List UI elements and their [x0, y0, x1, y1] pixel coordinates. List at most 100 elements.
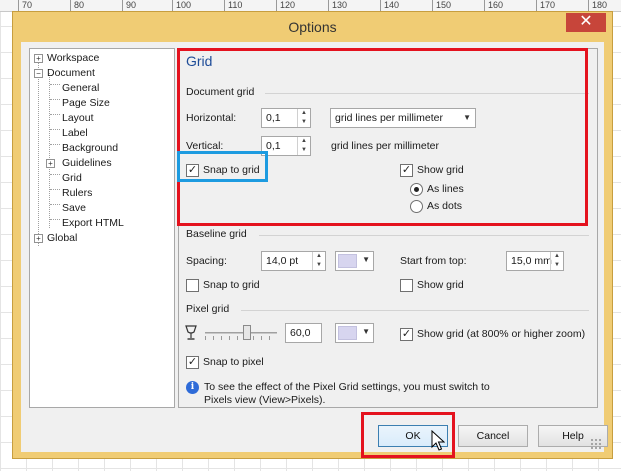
baseline-color-picker[interactable]: ▼ — [335, 251, 374, 271]
doc-show-grid-label: Show grid — [417, 164, 464, 176]
tree-connector — [50, 204, 60, 205]
plus-icon[interactable]: + — [34, 54, 43, 63]
tree-connector — [50, 99, 60, 100]
ruler-tick: 80 — [69, 0, 85, 12]
tree-item-background[interactable]: Background — [62, 142, 118, 155]
plus-icon[interactable]: + — [34, 234, 43, 243]
info-icon: i — [186, 381, 199, 394]
ruler-tick: 110 — [223, 0, 243, 12]
ruler-tick: 100 — [171, 0, 192, 12]
doc-snap-to-grid-label: Snap to grid — [203, 164, 260, 176]
options-dialog: Options ✕ + Workspace − Document General… — [12, 11, 613, 459]
tree-connector — [50, 189, 60, 190]
as-dots-label: As dots — [427, 200, 463, 212]
dialog-title: Options — [288, 19, 337, 35]
panel-title: Grid — [186, 53, 213, 69]
snap-to-pixel-label: Snap to pixel — [203, 356, 264, 368]
start-from-top-spinner[interactable]: 15,0 mm ▲ ▼ — [506, 251, 564, 271]
slider-ticks — [205, 336, 277, 340]
spin-down-icon[interactable]: ▼ — [551, 261, 563, 270]
baseline-show-grid-label: Show grid — [417, 279, 464, 291]
document-grid-heading: Document grid — [186, 86, 255, 98]
pixel-opacity-input[interactable]: 60,0 — [285, 323, 322, 343]
baseline-grid-heading: Baseline grid — [186, 228, 247, 240]
tree-item-guidelines[interactable]: Guidelines — [62, 157, 112, 170]
baseline-snap-to-grid-label: Snap to grid — [203, 279, 260, 291]
pixel-grid-opacity-slider[interactable] — [205, 323, 277, 343]
slider-thumb[interactable] — [243, 325, 251, 340]
ruler-tick: 160 — [483, 0, 504, 12]
options-tree: + Workspace − Document General Page Size… — [29, 48, 175, 408]
section-separator — [259, 235, 589, 236]
tree-item-layout[interactable]: Layout — [62, 112, 94, 125]
grid-settings-panel: Grid Document grid Horizontal: 0,1 ▲ ▼ gr… — [178, 48, 598, 408]
chevron-down-icon: ▼ — [362, 255, 370, 264]
tree-connector — [50, 174, 60, 175]
spin-up-icon[interactable]: ▲ — [313, 252, 325, 261]
checkbox-box — [400, 279, 413, 292]
tree-item-workspace[interactable]: Workspace — [47, 52, 99, 65]
title-bar[interactable]: Options ✕ — [13, 12, 612, 42]
close-icon: ✕ — [579, 13, 593, 30]
checkbox-box — [186, 279, 199, 292]
spin-up-icon[interactable]: ▲ — [551, 252, 563, 261]
tree-connector — [50, 144, 60, 145]
ruler-tick: 180 — [587, 0, 608, 12]
spin-down-icon[interactable]: ▼ — [298, 118, 310, 127]
pixel-grid-info-text: To see the effect of the Pixel Grid sett… — [204, 381, 490, 406]
horizontal-spinner[interactable]: 0,1 ▲ ▼ — [261, 108, 311, 128]
pixel-color-picker[interactable]: ▼ — [335, 323, 374, 343]
pixel-show-grid-label: Show grid (at 800% or higher zoom) — [417, 328, 586, 340]
spin-up-icon[interactable]: ▲ — [298, 137, 310, 146]
spacing-label: Spacing: — [186, 255, 227, 267]
radio-dot — [410, 183, 423, 196]
color-swatch — [338, 254, 357, 268]
tree-item-label[interactable]: Label — [62, 127, 88, 140]
ok-button[interactable]: OK — [378, 425, 448, 447]
tree-item-save[interactable]: Save — [62, 202, 86, 215]
tree-connector — [50, 114, 60, 115]
tree-item-grid[interactable]: Grid — [62, 172, 82, 185]
vertical-value: 0,1 — [266, 140, 281, 152]
spin-up-icon[interactable]: ▲ — [298, 109, 310, 118]
tree-item-document[interactable]: Document — [47, 67, 95, 80]
vertical-unit-label: grid lines per millimeter — [331, 140, 439, 152]
tree-item-export-html[interactable]: Export HTML — [62, 217, 124, 230]
resize-grip-icon[interactable] — [590, 438, 602, 450]
section-separator — [265, 93, 589, 94]
horizontal-unit-value: grid lines per millimeter — [335, 112, 443, 124]
tree-connector — [38, 61, 39, 246]
minus-icon[interactable]: − — [34, 69, 43, 78]
start-from-top-value: 15,0 mm — [511, 255, 552, 267]
start-from-top-label: Start from top: — [400, 255, 467, 267]
checkbox-box: ✓ — [186, 356, 199, 369]
ruler-tick: 140 — [379, 0, 400, 12]
plus-icon[interactable]: + — [46, 159, 55, 168]
pixel-opacity-value: 60,0 — [290, 327, 311, 339]
cancel-button[interactable]: Cancel — [458, 425, 528, 447]
vertical-label: Vertical: — [186, 140, 224, 152]
radio-dot — [410, 200, 423, 213]
section-separator — [241, 310, 589, 311]
color-swatch — [338, 326, 357, 340]
as-lines-label: As lines — [427, 183, 464, 195]
spin-down-icon[interactable]: ▼ — [313, 261, 325, 270]
vertical-spinner[interactable]: 0,1 ▲ ▼ — [261, 136, 311, 156]
close-button[interactable]: ✕ — [566, 13, 606, 32]
ruler-tick: 170 — [535, 0, 556, 12]
horizontal-unit-dropdown[interactable]: grid lines per millimeter ▼ — [330, 108, 476, 128]
tree-item-rulers[interactable]: Rulers — [62, 187, 92, 200]
tree-item-page-size[interactable]: Page Size — [62, 97, 110, 110]
checkbox-box: ✓ — [186, 164, 199, 177]
pixel-grid-heading: Pixel grid — [186, 303, 230, 315]
tree-item-general[interactable]: General — [62, 82, 99, 95]
goblet-icon — [185, 325, 197, 340]
slider-track — [205, 332, 277, 334]
dialog-client-area: + Workspace − Document General Page Size… — [21, 42, 608, 452]
chevron-down-icon: ▼ — [362, 327, 370, 336]
horizontal-label: Horizontal: — [186, 112, 237, 124]
tree-item-global[interactable]: Global — [47, 232, 77, 245]
spin-down-icon[interactable]: ▼ — [298, 146, 310, 155]
ruler-tick: 130 — [327, 0, 348, 12]
spacing-spinner[interactable]: 14,0 pt ▲ ▼ — [261, 251, 326, 271]
